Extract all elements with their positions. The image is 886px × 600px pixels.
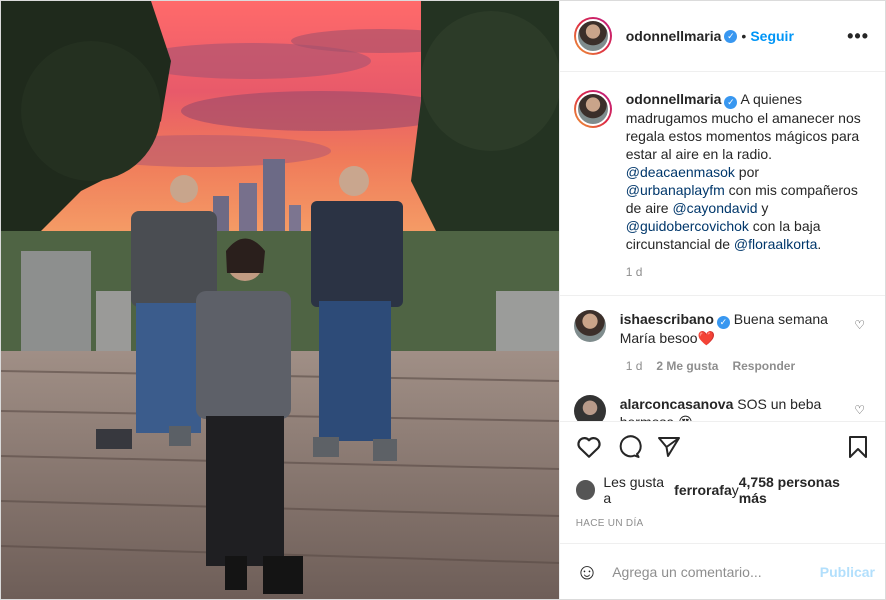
- verified-icon: ✓: [716, 316, 730, 329]
- mention-link[interactable]: @floraalkorta: [734, 236, 817, 252]
- mention-link[interactable]: @urbanaplayfm: [626, 182, 725, 198]
- commenter-username[interactable]: ishaescribano: [620, 311, 714, 327]
- comment-item: ishaescribano ✓ Buena semana María besoo❤…: [573, 310, 869, 347]
- likes-summary: Les gusta a ferrorafa y 4,758 personas m…: [575, 474, 869, 506]
- comment-age: 1 d: [625, 359, 643, 373]
- commenter-username[interactable]: alarconcasanova: [620, 396, 734, 412]
- caption-avatar[interactable]: [573, 90, 612, 128]
- commenter-avatar[interactable]: [573, 395, 606, 421]
- comment-meta: 1 d 2 Me gusta Responder: [626, 359, 869, 373]
- emoji-icon[interactable]: ☺: [576, 559, 598, 585]
- likes-suffix: y: [731, 482, 739, 498]
- comment-text: ishaescribano ✓ Buena semana María besoo❤…: [620, 310, 832, 347]
- mention-link[interactable]: @guidobercovichok: [626, 218, 749, 234]
- liker-avatar[interactable]: [575, 480, 596, 500]
- mention-link[interactable]: @deacaenmasok: [626, 164, 735, 180]
- comment-text: alarconcasanova SOS un beba hermosa 😍: [620, 395, 832, 421]
- share-send-icon[interactable]: [656, 435, 682, 459]
- more-options-icon[interactable]: •••: [847, 26, 869, 47]
- instagram-post: odonnellmaria ✓ • Seguir ••• odonnellmar…: [0, 0, 886, 600]
- comment-like-icon[interactable]: ♡: [854, 403, 865, 417]
- comments-section[interactable]: odonnellmaria ✓ A quienes madrugamos much…: [559, 72, 885, 421]
- actions-section: Les gusta a ferrorafa y 4,758 personas m…: [559, 421, 885, 529]
- reply-button[interactable]: Responder: [732, 359, 795, 373]
- caption: odonnellmaria ✓ A quienes madrugamos much…: [573, 90, 869, 253]
- author-avatar[interactable]: [573, 17, 612, 55]
- publish-button[interactable]: Publicar: [820, 564, 875, 580]
- comment-item: alarconcasanova SOS un beba hermosa 😍 ♡: [573, 395, 869, 421]
- post-header: odonnellmaria ✓ • Seguir •••: [559, 1, 885, 72]
- comment-like-icon[interactable]: ♡: [854, 318, 865, 332]
- divider: [559, 295, 885, 296]
- post-photo[interactable]: [1, 1, 559, 599]
- caption-por: por: [734, 164, 760, 180]
- caption-age: 1 d: [625, 265, 643, 279]
- separator-dot: •: [741, 28, 747, 44]
- follow-button[interactable]: Seguir: [750, 28, 794, 44]
- caption-meta: 1 d: [626, 265, 869, 279]
- mention-link[interactable]: @cayondavid: [672, 200, 757, 216]
- likes-prefix: Les gusta a: [603, 474, 665, 506]
- bookmark-save-icon[interactable]: [847, 435, 869, 459]
- author-username[interactable]: odonnellmaria: [626, 28, 722, 44]
- post-photo-illustration: [1, 1, 559, 599]
- comment-likes-link[interactable]: 2 Me gusta: [656, 359, 718, 373]
- comment-bubble-icon[interactable]: [616, 435, 642, 459]
- post-timestamp[interactable]: HACE UN DÍA: [576, 518, 869, 529]
- verified-icon: ✓: [724, 29, 738, 43]
- post-side-panel: odonnellmaria ✓ • Seguir ••• odonnellmar…: [558, 1, 885, 599]
- comment-input[interactable]: Agrega un comentario...: [612, 564, 820, 580]
- caption-username[interactable]: odonnellmaria: [626, 91, 722, 107]
- like-heart-icon[interactable]: [576, 435, 602, 459]
- likes-count[interactable]: 4,758 personas más: [739, 474, 869, 506]
- caption-text: odonnellmaria ✓ A quienes madrugamos much…: [626, 90, 862, 253]
- liker-username[interactable]: ferrorafa: [674, 482, 732, 498]
- caption-y: y: [757, 200, 769, 216]
- commenter-avatar[interactable]: [573, 310, 606, 342]
- caption-end: .: [817, 236, 822, 252]
- action-icons: [576, 432, 869, 462]
- add-comment-bar: ☺ Agrega un comentario... Publicar: [559, 543, 885, 599]
- verified-icon: ✓: [724, 96, 738, 109]
